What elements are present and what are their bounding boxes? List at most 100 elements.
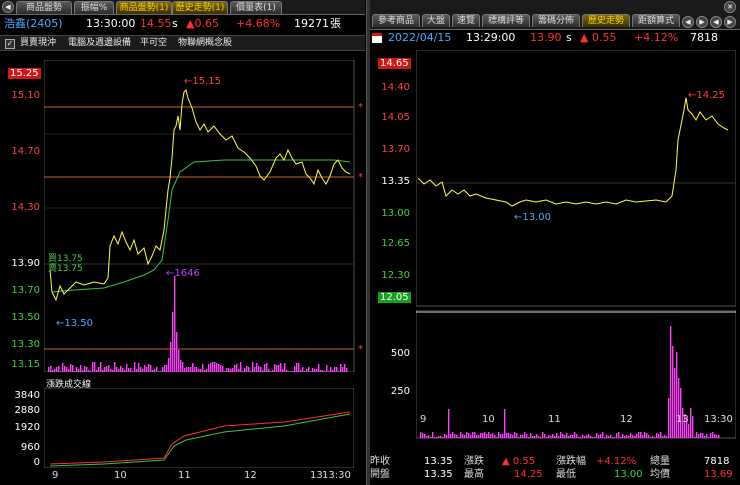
stat-label: 漲跌 bbox=[464, 456, 484, 467]
volume-bar bbox=[598, 435, 600, 438]
nav-left-icon[interactable]: ◀ bbox=[682, 16, 694, 28]
calendar-icon[interactable] bbox=[372, 33, 382, 43]
volume-bar bbox=[140, 367, 142, 372]
right-high-annotation: ←14.25 bbox=[688, 90, 725, 101]
concept-toggle-icon[interactable]: ✓ bbox=[5, 39, 15, 49]
volume-bar bbox=[198, 369, 200, 372]
volume-bar bbox=[150, 365, 152, 372]
volume-bar bbox=[666, 436, 668, 438]
volume-bar bbox=[582, 435, 584, 438]
volume-bar bbox=[630, 433, 632, 438]
tab-market[interactable]: 大盤 bbox=[422, 14, 450, 27]
concept-item[interactable]: 平可空 bbox=[140, 36, 167, 51]
volume-bar bbox=[268, 369, 270, 372]
volume-bar bbox=[162, 367, 164, 372]
volume-bar bbox=[624, 436, 626, 438]
volume-bar bbox=[188, 367, 190, 372]
tab-price-volume[interactable]: 價量表(1) bbox=[230, 1, 282, 14]
y-tick-label: 13.90 bbox=[11, 258, 40, 269]
volume-bar bbox=[594, 437, 596, 438]
concept-item[interactable]: 電腦及週邊設備 bbox=[68, 36, 131, 51]
y-tick-label: 12.65 bbox=[381, 238, 410, 249]
tab-history[interactable]: 歷史走勢 bbox=[582, 14, 630, 27]
volume-bar bbox=[706, 434, 708, 438]
right-price-chart[interactable]: ←14.25 ←13.00 bbox=[416, 50, 736, 310]
tab-amplitude[interactable]: 振幅% bbox=[74, 1, 114, 14]
quote-price: 14.55 bbox=[140, 17, 172, 30]
left-sub-chart[interactable] bbox=[44, 388, 354, 468]
volume-bar bbox=[508, 433, 510, 438]
volume-bar bbox=[116, 367, 118, 372]
volume-bar bbox=[586, 435, 588, 438]
volume-bar bbox=[470, 435, 472, 438]
left-price-chart[interactable]: ←15.15 ←13.50 買13.75 賣13.75 ←1646 * * * bbox=[44, 60, 365, 372]
volume-bar bbox=[86, 367, 88, 372]
high-annotation: ←15.15 bbox=[184, 76, 221, 87]
volume-bar bbox=[530, 433, 532, 438]
volume-bar bbox=[292, 371, 294, 372]
nav-right-end-icon[interactable]: ▶ bbox=[724, 16, 736, 28]
close-icon[interactable]: ✕ bbox=[724, 1, 736, 13]
volume-bar bbox=[574, 432, 576, 438]
volume-bar bbox=[452, 432, 454, 438]
right-low-annotation: ←13.00 bbox=[514, 212, 551, 223]
tab-commodity[interactable]: 商品盤勢 bbox=[16, 1, 72, 14]
tab-chip-dist[interactable]: 籌碼分佈 bbox=[532, 14, 580, 27]
tab-reference[interactable]: 參考商品 bbox=[372, 14, 420, 27]
concept-item[interactable]: 物聯網概念股 bbox=[178, 36, 232, 51]
volume-bar bbox=[202, 364, 204, 372]
volume-bar bbox=[494, 435, 496, 438]
volume-bar bbox=[216, 363, 218, 372]
volume-bar bbox=[242, 371, 244, 372]
volume-bar bbox=[454, 434, 456, 438]
nav-right-icon[interactable]: ▶ bbox=[696, 16, 708, 28]
y-tick-label: 13.70 bbox=[11, 285, 40, 296]
volume-bar bbox=[48, 367, 50, 372]
stat-label: 最高 bbox=[464, 469, 484, 480]
volume-bar bbox=[562, 434, 564, 438]
volume-bar bbox=[694, 437, 696, 438]
volume-bar bbox=[532, 436, 534, 438]
volume-bar bbox=[604, 437, 606, 438]
volume-bar bbox=[196, 367, 198, 372]
volume-bar bbox=[54, 369, 56, 372]
volume-bar bbox=[492, 433, 494, 438]
tab-commodity-1[interactable]: 商品盤勢(1) bbox=[116, 1, 172, 14]
tab-rating[interactable]: 標構評等 bbox=[482, 14, 530, 27]
volume-bar bbox=[262, 370, 264, 372]
concept-item[interactable]: 買賣現沖 bbox=[20, 36, 56, 51]
tab-calc[interactable]: 距額算式 bbox=[632, 14, 680, 27]
volume-bar bbox=[566, 433, 568, 438]
volume-bar bbox=[222, 366, 224, 372]
history-price: 13.90 bbox=[530, 31, 562, 44]
volume-bar bbox=[602, 432, 604, 438]
volume-bar bbox=[578, 437, 580, 438]
volume-bar bbox=[520, 435, 522, 438]
volume-bar bbox=[576, 434, 578, 438]
volume-bar bbox=[138, 363, 140, 372]
history-flag: s bbox=[566, 31, 572, 44]
volume-bar bbox=[572, 435, 574, 438]
tab-scroll-left-icon[interactable]: ◀ bbox=[2, 1, 14, 13]
volume-bar bbox=[606, 435, 608, 438]
volume-bar bbox=[648, 435, 650, 438]
right-chart-panel: 14.65 14.40 14.05 13.70 13.35 13.00 12.6… bbox=[370, 50, 740, 450]
stat-label: 漲跌幅 bbox=[556, 456, 586, 467]
symbol-label[interactable]: 浩鑫(2405) bbox=[4, 16, 63, 32]
tab-quickview[interactable]: 速覽 bbox=[452, 14, 480, 27]
volume-bar bbox=[132, 371, 134, 372]
volume-bar bbox=[260, 367, 262, 372]
stat-label: 昨收 bbox=[370, 456, 390, 467]
volume-bar bbox=[284, 363, 286, 372]
volume-bar bbox=[160, 371, 162, 372]
volume-bar bbox=[254, 367, 256, 372]
tab-history-1[interactable]: 歷史走勢(1) bbox=[172, 1, 228, 14]
nav-left-end-icon[interactable]: ◀ bbox=[710, 16, 722, 28]
volume-bar bbox=[500, 434, 502, 438]
volume-bar bbox=[420, 432, 422, 438]
vol-y-tick: 500 bbox=[390, 348, 410, 359]
volume-bar bbox=[204, 370, 206, 372]
volume-bar bbox=[556, 433, 558, 438]
volume-bar bbox=[514, 432, 516, 438]
volume-bar bbox=[522, 435, 524, 438]
